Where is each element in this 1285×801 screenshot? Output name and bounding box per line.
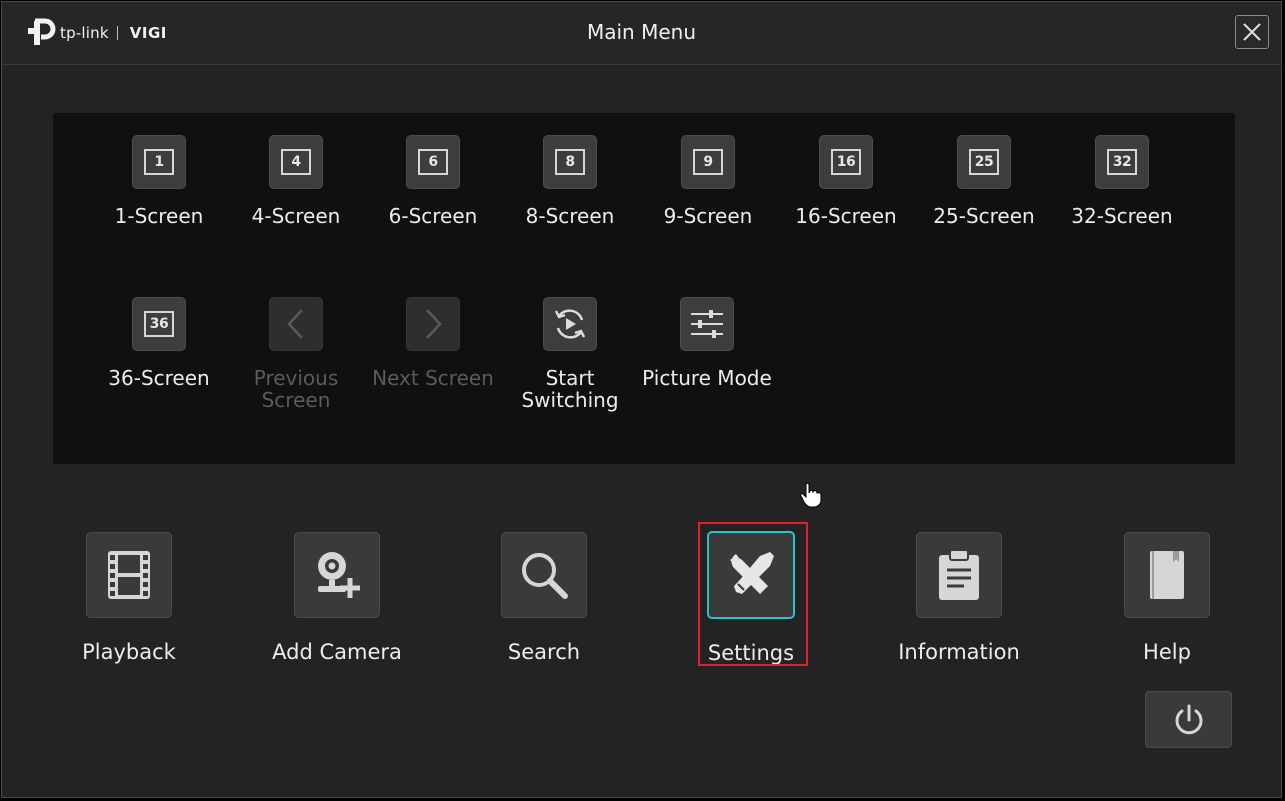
sliders-icon <box>691 310 723 338</box>
layout-6-screen-button[interactable]: 6 <box>406 135 460 189</box>
layout-8-icon: 8 <box>555 149 585 175</box>
layout-label: Start Switching <box>521 366 619 412</box>
main-menu-window: tp-link VIGI Main Menu 1 1-Screen 4 4-Sc… <box>1 1 1282 798</box>
layout-label: Picture Mode <box>642 366 772 390</box>
camera-add-icon <box>318 552 360 598</box>
layout-16-screen[interactable]: 16 16-Screen <box>776 135 916 227</box>
layout-label: 25-Screen <box>933 204 1035 228</box>
layout-25-icon: 25 <box>969 149 999 175</box>
layout-32-icon: 32 <box>1107 149 1137 175</box>
layout-6-icon: 6 <box>418 149 448 175</box>
layout-1-screen-button[interactable]: 1 <box>132 135 186 189</box>
page-title: Main Menu <box>586 20 696 44</box>
layout-label: 6-Screen <box>388 204 478 228</box>
layout-label: 16-Screen <box>795 204 897 228</box>
layout-9-screen[interactable]: 9 9-Screen <box>638 135 778 227</box>
layout-36-screen-button[interactable]: 36 <box>132 297 186 351</box>
start-switching[interactable]: Start Switching <box>500 297 640 411</box>
close-icon <box>1243 23 1261 41</box>
menu-label: Playback <box>82 640 176 664</box>
layout-8-screen[interactable]: 8 8-Screen <box>500 135 640 227</box>
layout-8-screen-button[interactable]: 8 <box>543 135 597 189</box>
layout-36-screen[interactable]: 36 36-Screen <box>89 297 229 389</box>
book-icon <box>1150 551 1184 599</box>
layout-label: Next Screen <box>372 366 494 390</box>
layout-16-screen-button[interactable]: 16 <box>819 135 873 189</box>
layout-25-screen-button[interactable]: 25 <box>957 135 1011 189</box>
layout-9-icon: 9 <box>693 149 723 175</box>
layout-label: 9-Screen <box>663 204 753 228</box>
playback-button[interactable] <box>86 532 172 618</box>
close-button[interactable] <box>1235 15 1269 49</box>
chevron-right-icon <box>426 309 442 339</box>
previous-screen-button <box>269 297 323 351</box>
layout-label: 36-Screen <box>108 366 210 390</box>
mouse-cursor-icon <box>800 482 822 508</box>
layout-label: 8-Screen <box>525 204 615 228</box>
layout-36-icon: 36 <box>144 311 174 337</box>
layout-1-icon: 1 <box>144 149 174 175</box>
information[interactable]: Information <box>864 532 1054 664</box>
layout-16-icon: 16 <box>831 149 861 175</box>
menu-label: Search <box>507 640 581 664</box>
layout-25-screen[interactable]: 25 25-Screen <box>914 135 1054 227</box>
next-screen: Next Screen <box>363 297 503 389</box>
search[interactable]: Search <box>449 532 639 664</box>
search-icon <box>522 553 568 599</box>
search-button[interactable] <box>501 532 587 618</box>
layout-9-screen-button[interactable]: 9 <box>681 135 735 189</box>
add-camera-button[interactable] <box>294 532 380 618</box>
menu-label: Add Camera <box>272 640 402 664</box>
film-icon <box>108 551 150 599</box>
chevron-left-icon <box>287 309 303 339</box>
information-button[interactable] <box>916 532 1002 618</box>
menu-label: Information <box>898 640 1020 664</box>
previous-screen: Previous Screen <box>226 297 366 411</box>
layout-4-screen[interactable]: 4 4-Screen <box>226 135 366 227</box>
layout-4-icon: 4 <box>281 149 311 175</box>
layout-1-screen[interactable]: 1 1-Screen <box>89 135 229 227</box>
layout-label: 32-Screen <box>1071 204 1173 228</box>
layout-label: 4-Screen <box>251 204 341 228</box>
cycle-play-icon <box>554 309 586 339</box>
playback[interactable]: Playback <box>34 532 224 664</box>
picture-mode-button[interactable] <box>680 297 734 351</box>
layout-label: Previous Screen <box>253 366 339 412</box>
power-icon <box>1175 704 1202 734</box>
add-camera[interactable]: Add Camera <box>242 532 432 664</box>
help[interactable]: Help <box>1072 532 1262 664</box>
layout-32-screen-button[interactable]: 32 <box>1095 135 1149 189</box>
help-button[interactable] <box>1124 532 1210 618</box>
clipboard-icon <box>939 549 979 600</box>
layout-6-screen[interactable]: 6 6-Screen <box>363 135 503 227</box>
start-switching-button[interactable] <box>543 297 597 351</box>
layout-4-screen-button[interactable]: 4 <box>269 135 323 189</box>
title-bar: tp-link VIGI Main Menu <box>2 2 1281 65</box>
layout-label: 1-Screen <box>114 204 204 228</box>
layout-32-screen[interactable]: 32 32-Screen <box>1052 135 1192 227</box>
menu-label: Help <box>1143 640 1191 664</box>
settings-highlight-box <box>698 522 808 666</box>
next-screen-button <box>406 297 460 351</box>
power-button[interactable] <box>1145 691 1232 748</box>
picture-mode[interactable]: Picture Mode <box>637 297 777 389</box>
